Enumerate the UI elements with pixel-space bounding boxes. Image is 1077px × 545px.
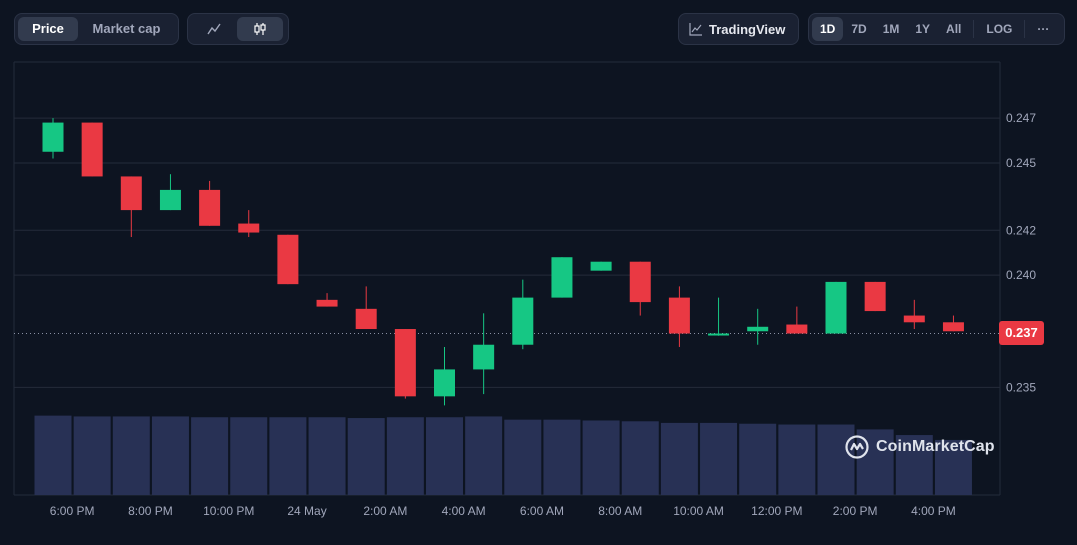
volume-bar [426,417,463,495]
volume-bar [660,422,698,495]
candle-up [42,122,64,152]
y-tick-label: 0.242 [1006,223,1036,237]
x-tick-label: 6:00 AM [520,504,564,518]
x-tick-label: 10:00 AM [673,504,724,518]
x-tick-label: 8:00 PM [128,504,173,518]
x-tick-label: 2:00 AM [363,504,407,518]
x-tick-label: 4:00 AM [442,504,486,518]
y-tick-label: 0.245 [1006,156,1036,170]
candle-up [590,261,612,271]
candle-up [825,281,847,334]
candle-up [747,326,769,332]
candle-down [120,176,142,211]
volume-bar [621,421,659,495]
candle-down [355,308,377,330]
price-chart[interactable]: 0.247 0.245 0.242 0.240 0.235 6:00 PM 8:00 PM 1… [0,0,1077,540]
candle-up [708,333,730,336]
candle-up [434,369,455,397]
candle-down [394,329,416,397]
candle-down [668,297,690,334]
volume-bar [151,416,189,495]
volume-bar [308,417,346,495]
candle-layer [42,118,964,406]
candle-down [277,234,299,285]
volume-bar [386,417,424,495]
x-tick-label: 4:00 PM [911,504,956,518]
candle-down [629,261,651,303]
x-tick-label: 8:00 AM [598,504,642,518]
candle-down [864,281,886,312]
y-tick-label: 0.247 [1006,111,1036,125]
candlestick-chart-svg: 0.247 0.245 0.242 0.240 0.235 6:00 PM 8:00 PM 1… [13,61,1036,518]
x-tick-label: 24 May [287,504,326,518]
volume-bar [700,422,738,495]
volume-bar [543,419,581,495]
volume-bar [269,417,307,495]
candle-down [942,322,964,332]
volume-bar [191,417,229,495]
y-tick-label: 0.240 [1006,268,1036,282]
volume-bar [504,419,542,495]
x-tick-label: 10:00 PM [203,504,254,518]
x-tick-label: 6:00 PM [50,504,95,518]
volume-bar [465,416,503,495]
x-tick-label: 2:00 PM [833,504,878,518]
candle-up [551,257,573,298]
candle-down [316,299,338,307]
watermark-text: CoinMarketCap [876,438,995,455]
volume-bar [582,420,620,495]
current-price-tag: 0.237 [999,321,1044,345]
volume-bar [347,418,385,495]
candle-down [199,189,221,226]
candle-up [512,297,534,345]
candle-down [238,223,260,233]
volume-bar [34,415,72,495]
candle-down [903,315,925,323]
candle-up [159,189,181,211]
candle-down [786,324,808,334]
volume-bar [739,423,777,495]
coinmarketcap-logo-icon [845,435,869,459]
volume-bar [778,424,816,495]
x-tick-label: 12:00 PM [751,504,802,518]
volume-layer [34,415,972,495]
candle-down [81,122,103,177]
volume-bar [230,417,268,495]
candle-up [473,344,495,370]
y-tick-label: 0.235 [1006,380,1036,394]
volume-bar [112,416,150,495]
volume-bar [73,416,111,495]
coinmarketcap-watermark: CoinMarketCap [845,435,995,459]
